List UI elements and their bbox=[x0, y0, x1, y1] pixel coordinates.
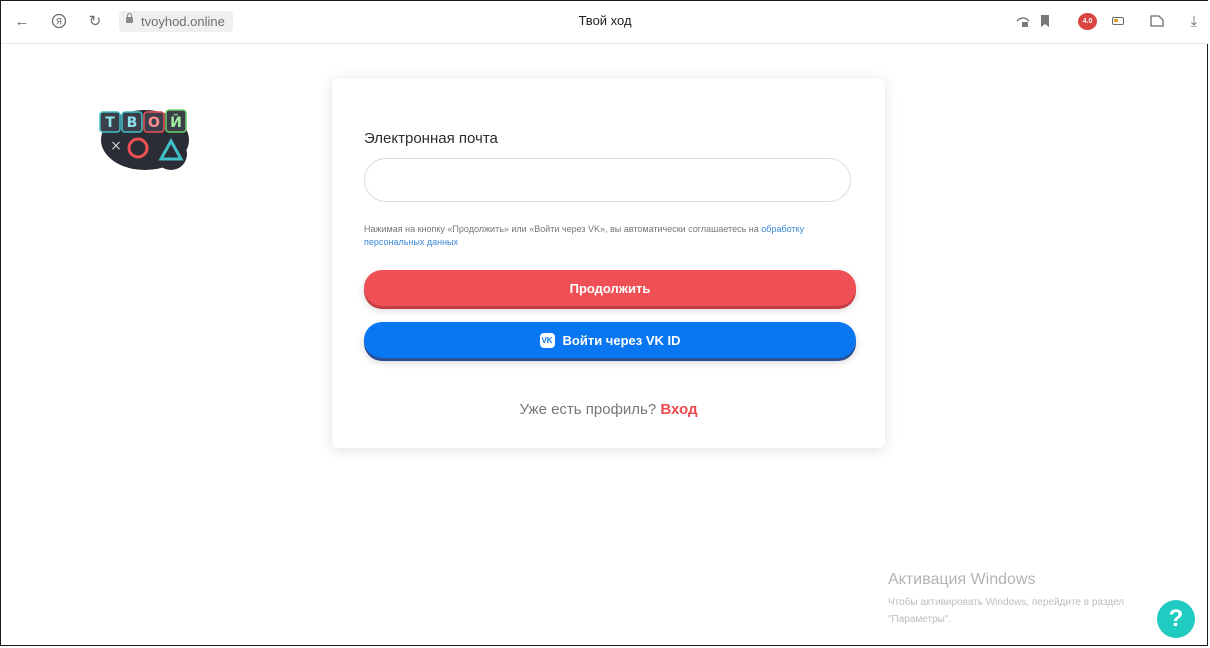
email-field[interactable] bbox=[364, 158, 851, 202]
logo-letter-4: Й bbox=[170, 114, 182, 131]
windows-activation-subtitle: Чтобы активировать Windows, перейдите в … bbox=[888, 597, 1125, 625]
windows-activation-title: Активация Windows bbox=[888, 571, 1036, 588]
consent-text: Нажимая на кнопку «Продолжить» или «Войт… bbox=[364, 223, 854, 249]
site-logo[interactable]: Т В О Й × bbox=[98, 107, 193, 173]
logo-letter-3: О bbox=[148, 115, 160, 131]
download-icon[interactable]: ⤓ bbox=[1184, 11, 1204, 31]
bookmark-icon[interactable] bbox=[1035, 11, 1055, 31]
help-button[interactable]: ? bbox=[1157, 600, 1195, 638]
vk-login-label: Войти через VK ID bbox=[562, 332, 681, 348]
logo-graphic: Т В О Й × bbox=[99, 109, 189, 170]
logo-letter-1: Т bbox=[105, 115, 115, 131]
incognito-icon[interactable] bbox=[1013, 11, 1033, 31]
vk-icon: VK bbox=[539, 332, 555, 348]
have-profile-row: Уже есть профиль? Вход bbox=[332, 401, 885, 418]
logo-letter-2: В bbox=[127, 115, 138, 131]
svg-text:×: × bbox=[110, 138, 122, 154]
browser-toolbar: ← Я ↻ tvoyhod.online Твой ход 4.0 ⤓ bbox=[1, 1, 1209, 44]
continue-button[interactable]: Продолжить bbox=[364, 270, 856, 306]
reader-icon[interactable] bbox=[1147, 11, 1167, 31]
email-label: Электронная почта bbox=[364, 130, 498, 147]
battery-icon[interactable] bbox=[1112, 17, 1124, 25]
have-profile-text: Уже есть профиль? bbox=[519, 401, 657, 418]
continue-label: Продолжить bbox=[569, 280, 651, 296]
help-icon: ? bbox=[1168, 605, 1184, 632]
consent-text-body: Нажимая на кнопку «Продолжить» или «Войт… bbox=[364, 224, 759, 234]
login-link[interactable]: Вход bbox=[660, 401, 697, 418]
login-card: Электронная почта Нажимая на кнопку «Про… bbox=[332, 78, 885, 448]
vk-login-button[interactable]: VK Войти через VK ID bbox=[364, 322, 856, 358]
extension-badge[interactable]: 4.0 bbox=[1078, 13, 1097, 30]
